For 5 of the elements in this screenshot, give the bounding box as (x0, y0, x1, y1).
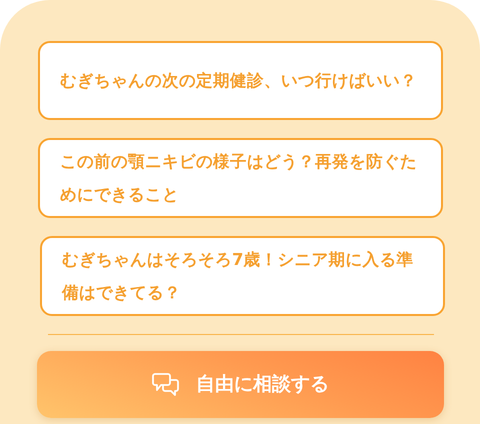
suggestion-button[interactable]: むぎちゃんはそろそろ7歳！シニア期に入る準備はできてる？ (40, 236, 445, 316)
suggestion-button[interactable]: この前の顎ニキビの様子はどう？再発を防ぐためにできること (38, 138, 443, 218)
suggestion-button[interactable]: むぎちゃんの次の定期健診、いつ行けばいい？ (38, 41, 443, 120)
consult-button[interactable]: 自由に相談する (37, 351, 444, 418)
chat-bubbles-icon (152, 372, 180, 398)
